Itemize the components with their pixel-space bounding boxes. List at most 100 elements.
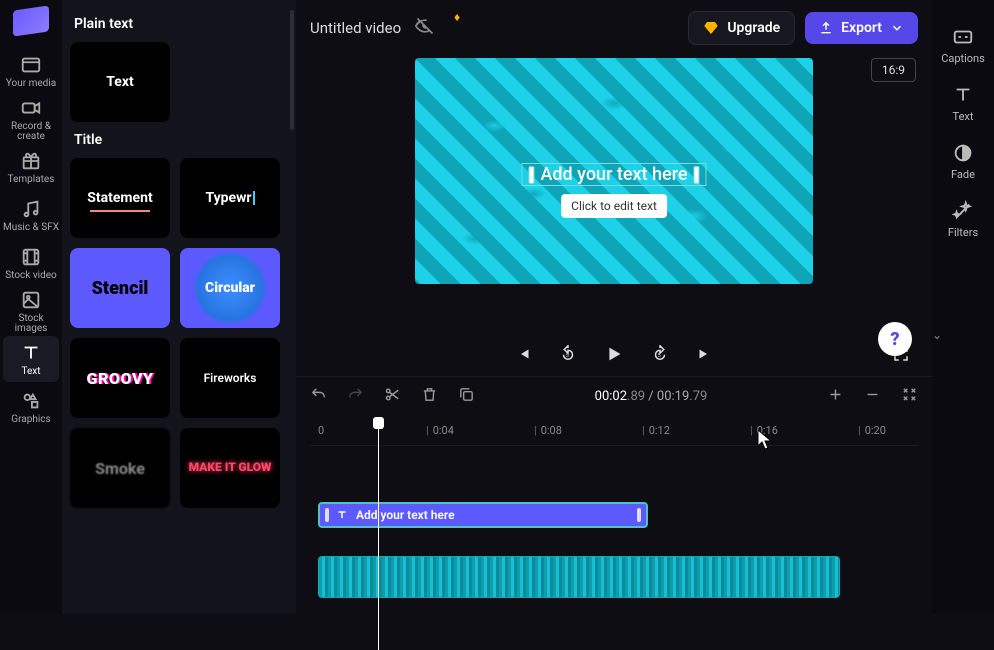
upload-icon [819, 21, 833, 35]
zoom-out-icon[interactable] [864, 386, 881, 407]
forward-5-icon[interactable]: 5 [651, 345, 669, 367]
image-icon [20, 289, 42, 311]
export-button[interactable]: Export [805, 12, 918, 44]
timeline-text-track[interactable]: Add your text here [310, 502, 918, 548]
project-title[interactable]: Untitled video [310, 19, 401, 37]
camera-icon [20, 97, 42, 119]
redo-icon[interactable] [347, 386, 364, 407]
main-editor-area: Untitled video ♦ Upgrade Export 16:9 Add… [296, 0, 932, 614]
gift-icon [20, 150, 42, 172]
text-style-smoke[interactable]: Smoke [70, 428, 170, 508]
timeline-video-track[interactable] [310, 556, 918, 602]
prop-fade[interactable]: Fade [935, 134, 991, 188]
timeline-empty-track[interactable] [310, 454, 918, 494]
video-canvas[interactable]: Add your text here Click to edit text [415, 58, 813, 284]
nav-text[interactable]: Text [3, 336, 59, 382]
prop-label: Text [953, 110, 974, 123]
video-clip[interactable] [318, 556, 840, 598]
timecode-display: 00:02.89 / 00:19.79 [495, 389, 807, 404]
premium-crown-icon: ♦ [454, 10, 460, 24]
button-label: Export [841, 20, 882, 36]
ruler-tick: 0:12 [642, 424, 670, 437]
clip-trim-right[interactable] [637, 508, 641, 522]
zoom-in-icon[interactable] [827, 386, 844, 407]
visibility-off-icon[interactable] [415, 16, 435, 40]
nav-label: Graphics [11, 415, 50, 425]
collapse-props-icon[interactable]: ⌄ [932, 328, 942, 342]
canvas-area: 16:9 Add your text here Click to edit te… [296, 56, 932, 336]
ruler-tick: 0 [318, 424, 324, 437]
shapes-icon [20, 390, 42, 412]
play-button[interactable] [603, 343, 625, 369]
fade-icon [952, 142, 974, 164]
panel-scrollbar[interactable] [290, 10, 294, 130]
filters-sparkle-icon [952, 200, 974, 222]
text-clip[interactable]: Add your text here [318, 502, 648, 528]
panel-section-heading: Title [74, 132, 284, 148]
ruler-tick: 0:20 [858, 424, 886, 437]
nav-label: Music & SFX [3, 223, 59, 233]
nav-stock-images[interactable]: Stock images [3, 288, 59, 334]
help-button[interactable]: ? [878, 322, 912, 356]
text-style-groovy[interactable]: GROOVY [70, 338, 170, 418]
clip-trim-left[interactable] [325, 508, 329, 522]
split-scissors-icon[interactable] [384, 386, 401, 407]
nav-templates[interactable]: Templates [3, 144, 59, 190]
nav-graphics[interactable]: Graphics [3, 384, 59, 430]
thumb-label: GROOVY [87, 369, 154, 388]
text-element-selected[interactable]: Add your text here [521, 163, 706, 186]
prop-label: Filters [948, 226, 978, 239]
ruler-tick: 0:16 [750, 424, 778, 437]
nav-record-create[interactable]: Record & create [3, 96, 59, 142]
upgrade-button[interactable]: Upgrade [688, 11, 795, 45]
timeline-toolbar: 00:02.89 / 00:19.79 [296, 376, 932, 416]
captions-icon [952, 26, 974, 48]
thumb-label: Stencil [92, 278, 149, 299]
nav-music-sfx[interactable]: Music & SFX [3, 192, 59, 238]
aspect-ratio-button[interactable]: 16:9 [871, 58, 916, 82]
text-icon [20, 342, 42, 364]
text-style-circular[interactable]: Circular [180, 248, 280, 328]
panel-section-heading: Plain text [74, 16, 284, 32]
rewind-5-icon[interactable]: 5 [559, 345, 577, 367]
nav-label: Stock video [5, 271, 57, 281]
svg-text:5: 5 [658, 353, 661, 359]
nav-label: Your media [6, 79, 56, 89]
right-properties-rail: Captions Text Fade Filters [932, 0, 994, 614]
text-style-glow[interactable]: MAKE IT GLOW [180, 428, 280, 508]
duplicate-icon[interactable] [458, 386, 475, 407]
text-icon [336, 509, 348, 521]
nav-stock-video[interactable]: Stock video [3, 240, 59, 286]
edit-tooltip: Click to edit text [561, 194, 667, 218]
thumb-label: Fireworks [204, 371, 257, 385]
skip-end-icon[interactable] [695, 345, 713, 367]
prop-label: Fade [951, 168, 975, 181]
music-icon [20, 198, 42, 220]
text-style-statement[interactable]: Statement [70, 158, 170, 238]
chevron-down-icon [890, 21, 904, 35]
resize-handle-right[interactable] [694, 166, 700, 184]
zoom-fit-icon[interactable] [901, 386, 918, 407]
nav-your-media[interactable]: Your media [3, 48, 59, 94]
skip-start-icon[interactable] [515, 345, 533, 367]
text-style-plain[interactable]: Text [70, 42, 170, 122]
nav-label: Templates [8, 175, 55, 185]
undo-icon[interactable] [310, 386, 327, 407]
thumb-label: Circular [205, 280, 255, 296]
playhead[interactable] [378, 420, 379, 650]
diamond-icon [703, 20, 719, 36]
prop-text[interactable]: Text [935, 76, 991, 130]
timeline-ruler[interactable]: 0 0:04 0:08 0:12 0:16 0:20 [310, 416, 918, 446]
thumb-label: Smoke [95, 459, 145, 478]
prop-captions[interactable]: Captions [935, 18, 991, 72]
app-logo-icon[interactable] [13, 5, 49, 36]
text-style-typewriter[interactable]: Typewr [180, 158, 280, 238]
prop-label: Captions [941, 52, 985, 65]
resize-handle-left[interactable] [528, 166, 534, 184]
prop-filters[interactable]: Filters [935, 192, 991, 246]
text-style-fireworks[interactable]: Fireworks [180, 338, 280, 418]
text-style-stencil[interactable]: Stencil [70, 248, 170, 328]
delete-trash-icon[interactable] [421, 386, 438, 407]
timeline[interactable]: 0 0:04 0:08 0:12 0:16 0:20 Add your text… [296, 416, 932, 614]
nav-label: Text [21, 367, 40, 377]
